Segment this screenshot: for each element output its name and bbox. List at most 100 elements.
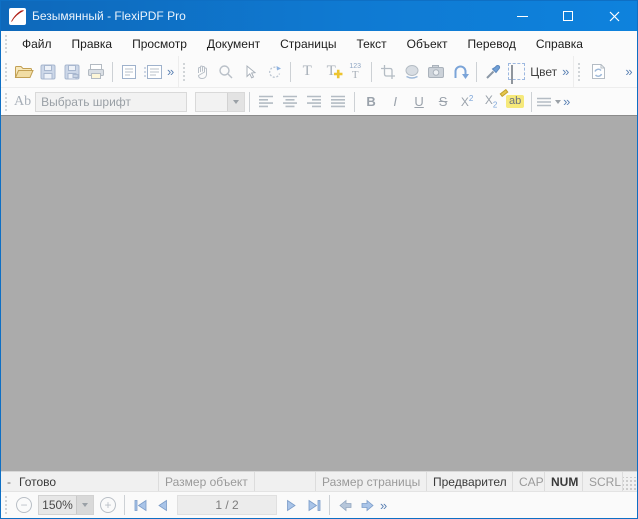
open-button[interactable]: [12, 60, 36, 84]
maximize-icon: [563, 11, 573, 21]
hand-tool-button[interactable]: [190, 60, 214, 84]
italic-icon: I: [393, 94, 397, 109]
font-size-dropdown[interactable]: [227, 92, 245, 111]
zoom-out-icon: −: [20, 497, 28, 512]
page-view-single-icon: [122, 64, 136, 79]
save-button[interactable]: [36, 60, 60, 84]
underline-icon: U: [414, 94, 424, 109]
close-button[interactable]: [591, 1, 637, 31]
history-back-button[interactable]: [334, 494, 356, 516]
toolbar-overflow[interactable]: »: [623, 64, 636, 79]
align-center-button[interactable]: [278, 90, 302, 114]
next-page-button[interactable]: [281, 494, 303, 516]
toolbar-grip[interactable]: [4, 61, 8, 82]
titlebar[interactable]: Безымянный - FlexiPDF Pro: [1, 1, 637, 31]
last-page-button[interactable]: [303, 494, 325, 516]
menu-document[interactable]: Документ: [197, 33, 270, 55]
menubar-grip[interactable]: [4, 33, 8, 54]
continuous-view-button[interactable]: [141, 60, 165, 84]
snapshot-button[interactable]: [424, 60, 448, 84]
menu-translate[interactable]: Перевод: [458, 33, 526, 55]
highlight-icon: ab: [499, 88, 525, 108]
status-scroll-lock: SCRL: [583, 472, 623, 491]
toolbar-overflow[interactable]: »: [560, 64, 573, 79]
italic-button[interactable]: I: [383, 90, 407, 114]
color-swatch-icon: [508, 63, 526, 84]
align-justify-button[interactable]: [326, 90, 350, 114]
line-spacing-button[interactable]: [536, 90, 562, 114]
separator: [329, 495, 330, 515]
single-page-view-button[interactable]: [117, 60, 141, 84]
rotate-tool-button[interactable]: [262, 60, 286, 84]
edit-text-button[interactable]: T: [295, 60, 319, 84]
chevron-down-icon: [82, 503, 88, 507]
numbered-text-icon: 123 T: [349, 62, 362, 81]
superscript-button[interactable]: X2: [455, 90, 479, 114]
resize-grip[interactable]: [623, 477, 637, 491]
toolbar-overflow[interactable]: »: [378, 498, 391, 513]
image-tool-button[interactable]: [400, 60, 424, 84]
strikethrough-button[interactable]: S: [431, 90, 455, 114]
minimize-button[interactable]: [499, 1, 545, 31]
align-right-button[interactable]: [302, 90, 326, 114]
first-page-button[interactable]: [129, 494, 151, 516]
toolbar-grip[interactable]: [182, 61, 187, 82]
zoom-tool-button[interactable]: [214, 60, 238, 84]
highlight-button[interactable]: ab: [499, 88, 527, 114]
add-text-icon: T ✚: [326, 63, 343, 81]
font-ab-icon: Ab: [14, 93, 32, 109]
numbered-text-button[interactable]: 123 T: [343, 60, 367, 84]
zoom-tool-icon: [219, 64, 233, 78]
menu-help[interactable]: Справка: [526, 33, 593, 55]
status-caps-lock: CAP: [513, 472, 545, 491]
menu-view[interactable]: Просмотр: [122, 33, 197, 55]
eyedropper-button[interactable]: [481, 60, 505, 84]
text-tool-icon: T: [302, 63, 312, 79]
toolbar-grip[interactable]: [577, 61, 582, 82]
close-icon: [609, 11, 619, 21]
toolbar-grip[interactable]: [4, 495, 8, 515]
align-left-button[interactable]: [254, 90, 278, 114]
next-page-icon: [287, 499, 296, 511]
save-as-button[interactable]: [60, 60, 84, 84]
align-left-icon: [259, 95, 274, 108]
maximize-button[interactable]: [545, 1, 591, 31]
status-preview: Предварител: [427, 472, 513, 491]
toolbar-overflow[interactable]: »: [561, 94, 574, 109]
save-icon: [40, 64, 56, 79]
color-button[interactable]: Цвет: [505, 60, 560, 84]
font-name-combo[interactable]: Выбрать шрифт: [35, 91, 188, 112]
toolbar-overflow[interactable]: »: [165, 64, 178, 79]
toolbar-grip[interactable]: [4, 91, 8, 112]
zoom-dropdown[interactable]: [76, 496, 93, 514]
status-object-size: Размер объект: [159, 472, 255, 491]
page-number-field[interactable]: 1 / 2: [177, 495, 277, 515]
menu-pages[interactable]: Страницы: [270, 33, 346, 55]
menu-edit[interactable]: Правка: [62, 33, 123, 55]
crop-button[interactable]: [376, 60, 400, 84]
history-forward-button[interactable]: [356, 494, 378, 516]
previous-page-button[interactable]: [151, 494, 173, 516]
zoom-in-button[interactable]: +: [100, 497, 116, 513]
line-spacing-icon: [537, 97, 552, 106]
zoom-out-button[interactable]: −: [16, 497, 32, 513]
print-button[interactable]: [84, 60, 108, 84]
underline-button[interactable]: U: [407, 90, 431, 114]
status-dash: -: [7, 474, 11, 489]
add-text-button[interactable]: T ✚: [319, 60, 343, 84]
first-page-icon: [134, 499, 146, 511]
menu-text[interactable]: Текст: [346, 33, 396, 55]
page-refresh-button[interactable]: [585, 60, 609, 84]
menu-file[interactable]: Файл: [12, 33, 62, 55]
separator: [249, 91, 251, 112]
zoom-level-value: 150%: [42, 498, 73, 512]
font-name-value: Выбрать шрифт: [41, 94, 131, 109]
font-size-combo[interactable]: [195, 91, 246, 112]
last-page-icon: [308, 499, 320, 511]
menu-object[interactable]: Объект: [397, 33, 458, 55]
zoom-level-combo[interactable]: 150%: [38, 495, 94, 515]
reflow-button[interactable]: [448, 60, 472, 84]
separator: [371, 61, 373, 82]
select-cursor-button[interactable]: [238, 60, 262, 84]
bold-button[interactable]: B: [359, 90, 383, 114]
